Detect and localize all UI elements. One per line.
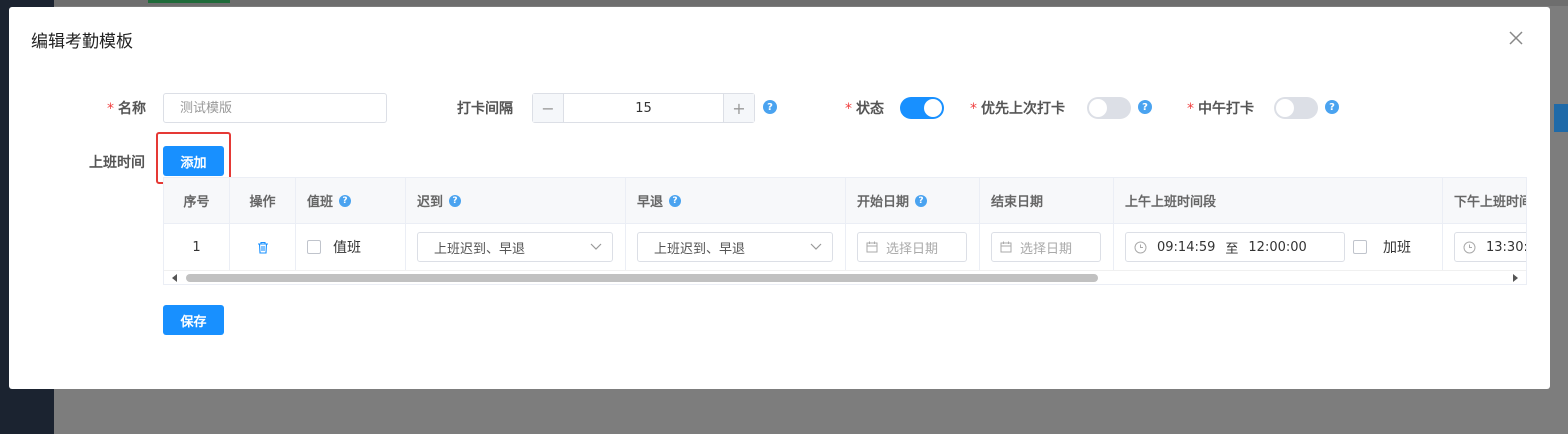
pm-time-range[interactable]: 13:30:00	[1454, 232, 1526, 262]
work-time-label: 上班时间	[89, 155, 145, 171]
range-separator: 至	[1225, 241, 1239, 257]
header-early: 早退?	[626, 178, 846, 223]
duty-label: 值班	[333, 240, 361, 256]
am-end-time[interactable]: 12:00:00	[1248, 240, 1306, 255]
row-start-date: 选择日期	[846, 224, 980, 270]
save-button[interactable]: 保存	[163, 305, 224, 335]
noon-punch-label: * 中午打卡	[1187, 101, 1254, 117]
chevron-down-icon	[590, 243, 602, 250]
status-switch[interactable]	[900, 97, 944, 119]
start-date-input[interactable]: 选择日期	[857, 232, 967, 262]
header-am-period: 上午上班时间段	[1114, 178, 1443, 223]
pm-start-time[interactable]: 13:30:00	[1486, 240, 1526, 255]
decrement-button[interactable]: −	[533, 94, 564, 122]
row-index: 1	[164, 224, 230, 270]
header-end-date: 结束日期	[980, 178, 1114, 223]
table-row: 1 值班 上班迟到、早退 上班迟到、早退 选择日期 选择日期 09:14:59 …	[164, 224, 1526, 270]
interval-stepper[interactable]: − 15 +	[532, 93, 755, 123]
help-icon[interactable]: ?	[669, 194, 682, 207]
am-start-time[interactable]: 09:14:59	[1157, 240, 1215, 255]
row-late: 上班迟到、早退	[406, 224, 626, 270]
status-label: * 状态	[845, 101, 884, 117]
help-icon[interactable]: ?	[1138, 100, 1152, 114]
header-index: 序号	[164, 178, 230, 223]
increment-button[interactable]: +	[723, 94, 754, 122]
calendar-icon	[1000, 241, 1012, 253]
name-label: * 名称	[107, 101, 146, 117]
required-mark: *	[107, 101, 114, 117]
row-early: 上班迟到、早退	[626, 224, 846, 270]
overtime-checkbox[interactable]	[1353, 240, 1367, 254]
background-topbar	[54, 0, 1568, 6]
help-icon[interactable]: ?	[763, 100, 777, 114]
calendar-icon	[866, 241, 878, 253]
schedule-table: 序号 操作 值班? 迟到? 早退? 开始日期? 结束日期 上午上班时间段 下午上…	[163, 177, 1527, 285]
background-tab-indicator	[148, 0, 230, 3]
row-pm-period: 13:30:00	[1443, 224, 1526, 270]
duty-checkbox[interactable]	[307, 240, 321, 254]
overtime-label: 加班	[1383, 240, 1411, 256]
close-icon[interactable]	[1507, 29, 1525, 47]
help-icon[interactable]: ?	[915, 194, 928, 207]
clock-icon	[1463, 241, 1476, 253]
interval-label: 打卡间隔	[457, 101, 513, 117]
early-select[interactable]: 上班迟到、早退	[637, 232, 833, 262]
row-duty: 值班	[296, 224, 406, 270]
help-icon[interactable]: ?	[449, 194, 462, 207]
chevron-down-icon	[810, 243, 822, 250]
header-action: 操作	[230, 178, 296, 223]
header-late: 迟到?	[406, 178, 626, 223]
trash-icon[interactable]	[257, 241, 269, 254]
scroll-right-arrow[interactable]	[1513, 274, 1518, 282]
end-date-input[interactable]: 选择日期	[991, 232, 1101, 262]
dialog-title: 编辑考勤模板	[31, 32, 133, 52]
help-icon[interactable]: ?	[339, 194, 352, 207]
template-name-input[interactable]	[163, 93, 387, 123]
horizontal-scrollbar[interactable]	[164, 270, 1526, 284]
am-time-range[interactable]: 09:14:59 至 12:00:00	[1125, 232, 1345, 262]
noon-punch-switch[interactable]	[1274, 97, 1318, 119]
row-end-date: 选择日期	[980, 224, 1114, 270]
priority-last-label: * 优先上次打卡	[970, 101, 1065, 117]
row-action	[230, 224, 296, 270]
clock-icon	[1134, 241, 1147, 253]
scroll-thumb[interactable]	[186, 274, 1098, 282]
header-start-date: 开始日期?	[846, 178, 980, 223]
header-pm-period: 下午上班时间段	[1443, 178, 1526, 223]
interval-value[interactable]: 15	[564, 94, 723, 122]
table-header: 序号 操作 值班? 迟到? 早退? 开始日期? 结束日期 上午上班时间段 下午上…	[164, 178, 1526, 224]
priority-last-switch[interactable]	[1087, 97, 1131, 119]
edit-template-dialog: 编辑考勤模板 *名称 打卡间隔 − 15 + ? *状态 *优先上次打卡 ? *…	[9, 7, 1550, 389]
background-button-edge	[1554, 104, 1568, 132]
row-am-period: 09:14:59 至 12:00:00 加班	[1114, 224, 1443, 270]
scroll-left-arrow[interactable]	[172, 274, 177, 282]
header-duty: 值班?	[296, 178, 406, 223]
help-icon[interactable]: ?	[1325, 100, 1339, 114]
late-select[interactable]: 上班迟到、早退	[417, 232, 613, 262]
